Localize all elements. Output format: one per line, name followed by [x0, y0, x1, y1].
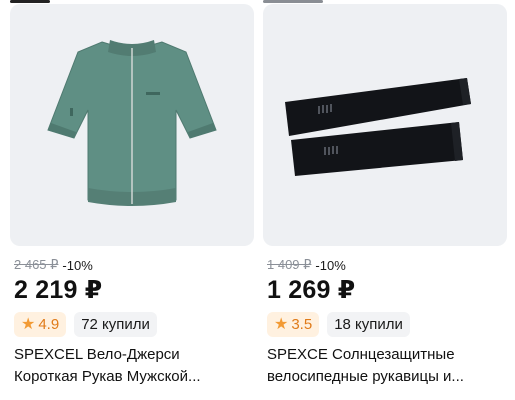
- rating-badge[interactable]: ★ 3.5: [267, 312, 320, 337]
- current-price: 1 269 ₽: [267, 276, 356, 304]
- old-price: 1 409 ₽: [267, 257, 312, 272]
- product-title-line-1: SPEXCEL Вело-Джерси: [14, 346, 180, 363]
- price-row-old: 1 409 ₽ -10%: [267, 257, 346, 273]
- card-top-accent: [10, 0, 50, 3]
- jersey-illustration: [47, 40, 217, 206]
- product-image-sleeves[interactable]: [263, 4, 507, 246]
- product-title-line-2: велосипедные рукавицы и...: [267, 368, 464, 385]
- product-card-sleeves[interactable]: 1 409 ₽ -10% 1 269 ₽ ★ 3.5 18 купили SPE…: [263, 0, 507, 400]
- arm-sleeves-illustration: [285, 78, 471, 176]
- current-price: 2 219 ₽: [14, 276, 103, 304]
- product-title[interactable]: SPEXCEL Вело-Джерси Короткая Рукав Мужск…: [14, 344, 254, 388]
- card-top-accent: [263, 0, 323, 3]
- rating-badge[interactable]: ★ 4.9: [14, 312, 67, 337]
- price-row-old: 2 465 ₽ -10%: [14, 257, 93, 273]
- purchase-count: 18 купили: [327, 312, 410, 337]
- product-title[interactable]: SPEXCE Солнцезащитные велосипедные рукав…: [267, 344, 507, 388]
- discount-badge: -10%: [315, 257, 346, 273]
- discount-badge: -10%: [62, 257, 93, 273]
- star-icon: ★: [274, 315, 289, 333]
- old-price: 2 465 ₽: [14, 257, 59, 272]
- purchase-count: 72 купили: [74, 312, 157, 337]
- product-meta: ★ 4.9 72 купили: [14, 312, 157, 337]
- rating-value: 3.5: [291, 316, 313, 333]
- product-meta: ★ 3.5 18 купили: [267, 312, 410, 337]
- product-title-line-2: Короткая Рукав Мужской...: [14, 368, 201, 385]
- star-icon: ★: [21, 315, 36, 333]
- product-title-line-1: SPEXCE Солнцезащитные: [267, 346, 455, 363]
- product-image-jersey[interactable]: [10, 4, 254, 246]
- product-card-jersey[interactable]: 2 465 ₽ -10% 2 219 ₽ ★ 4.9 72 купили SPE…: [10, 0, 254, 400]
- rating-value: 4.9: [38, 316, 60, 333]
